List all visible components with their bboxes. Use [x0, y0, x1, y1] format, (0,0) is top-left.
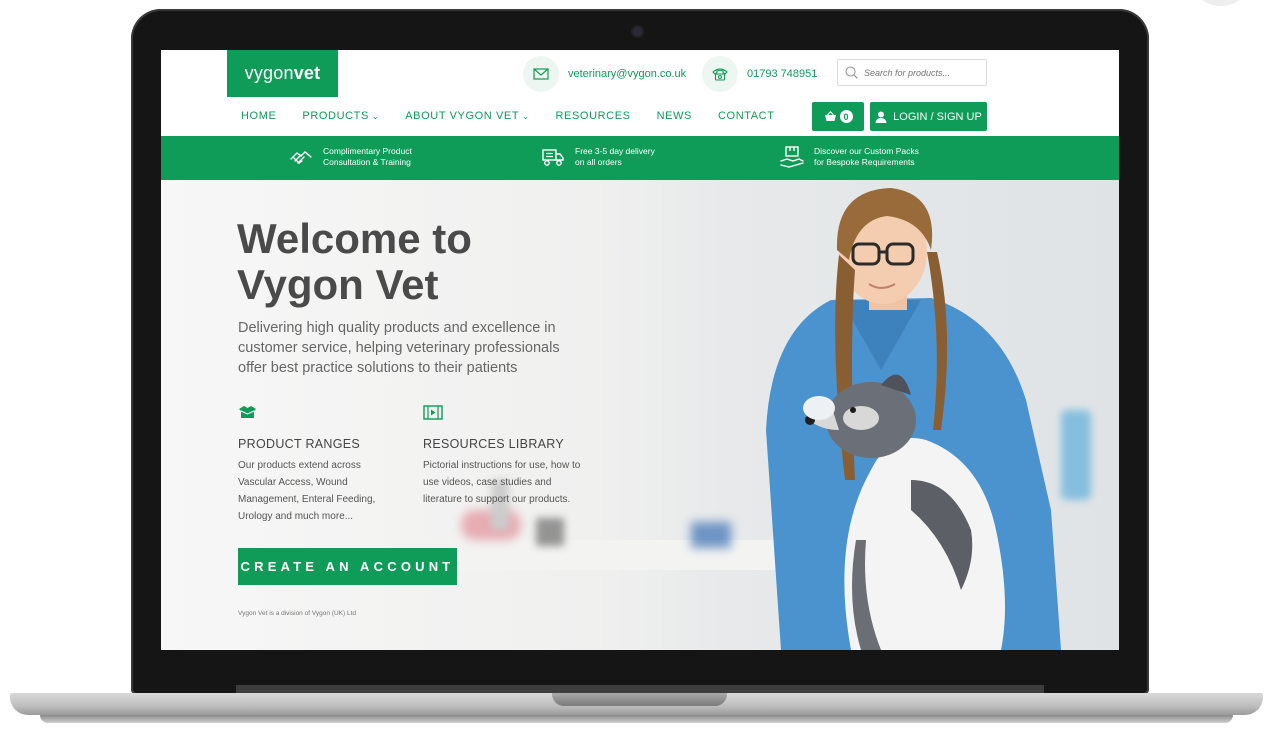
- top-header: vygonvet veterinary@vygon.co.uk 01793 74…: [161, 50, 1119, 98]
- feature-delivery: Free 3-5 day delivery on all orders: [541, 146, 655, 168]
- feature-text: Complimentary Product Consultation & Trai…: [323, 146, 412, 168]
- feature-custom-packs: Discover our Custom Packs for Bespoke Req…: [780, 146, 919, 168]
- delivery-truck-icon: [542, 149, 564, 166]
- email-contact[interactable]: veterinary@vygon.co.uk: [523, 56, 686, 92]
- nav-item-products[interactable]: PRODUCTS ⌄: [302, 110, 379, 122]
- nav-item-contact[interactable]: CONTACT: [718, 110, 775, 122]
- background-object: [691, 522, 731, 548]
- nav-label: NEWS: [656, 110, 692, 122]
- telephone-icon: [702, 56, 738, 92]
- laptop-base-edge: [40, 715, 1233, 723]
- create-account-button[interactable]: CREATE AN ACCOUNT: [238, 548, 457, 585]
- nav-label: RESOURCES: [555, 110, 631, 122]
- hero-title-line2: Vygon Vet: [237, 261, 439, 308]
- email-link[interactable]: veterinary@vygon.co.uk: [568, 68, 686, 80]
- feature-consultation: Complimentary Product Consultation & Trai…: [289, 146, 412, 168]
- nav-label: ABOUT VYGON VET: [405, 110, 520, 122]
- website-screen: vygonvet veterinary@vygon.co.uk 01793 74…: [161, 50, 1119, 650]
- feature-line2: Consultation & Training: [323, 157, 411, 167]
- login-signup-button[interactable]: LOGIN / SIGN UP: [870, 102, 987, 131]
- cart-count-badge: 0: [839, 110, 853, 123]
- corner-decoration: [1189, 0, 1253, 6]
- video-film-icon: [423, 405, 443, 420]
- feature-line2: on all orders: [575, 157, 622, 167]
- product-ranges-text: Our products extend across Vascular Acce…: [238, 460, 376, 522]
- vygonvet-logo[interactable]: vygonvet: [227, 50, 338, 97]
- nav-menu: HOME PRODUCTS ⌄ ABOUT VYGON VET ⌄ RESOURCE…: [241, 110, 775, 122]
- hero-title-line1: Welcome to: [237, 215, 472, 262]
- nav-label: PRODUCTS: [302, 110, 369, 122]
- webcam: [633, 27, 642, 36]
- nav-item-home[interactable]: HOME: [241, 110, 276, 122]
- hero-section: Welcome to Vygon Vet Delivering high qual…: [161, 180, 1119, 650]
- user-icon: [875, 111, 887, 123]
- nav-item-about[interactable]: ABOUT VYGON VET ⌄: [405, 110, 529, 122]
- phone-contact[interactable]: 01793 748951: [702, 56, 817, 92]
- background-object: [536, 518, 564, 546]
- feature-text: Discover our Custom Packs for Bespoke Req…: [814, 146, 919, 168]
- division-footnote: Vygon Vet is a division of Vygon (UK) Lt…: [238, 610, 357, 617]
- phone-number[interactable]: 01793 748951: [747, 68, 817, 80]
- cart-button[interactable]: 0: [812, 102, 864, 131]
- nav-label: CONTACT: [718, 110, 775, 122]
- logo-text-light: vygon: [244, 63, 294, 83]
- envelope-icon: [523, 56, 559, 92]
- resources-library-text: Pictorial instructions for use, how to u…: [423, 460, 581, 505]
- search-box[interactable]: [837, 59, 987, 86]
- product-ranges-title[interactable]: PRODUCT RANGES: [238, 437, 398, 451]
- feature-line1: Free 3-5 day delivery: [575, 146, 655, 156]
- product-ranges-block: PRODUCT RANGES Our products extend acros…: [238, 405, 398, 525]
- resources-library-title[interactable]: RESOURCES LIBRARY: [423, 437, 583, 451]
- logo-text-bold: vet: [293, 63, 321, 83]
- login-label: LOGIN / SIGN UP: [893, 110, 982, 123]
- feature-line1: Complimentary Product: [323, 146, 412, 156]
- chevron-down-icon: ⌄: [522, 112, 530, 121]
- feature-line2: for Bespoke Requirements: [814, 157, 915, 167]
- search-input[interactable]: [862, 66, 976, 79]
- hero-title: Welcome to Vygon Vet: [237, 216, 597, 308]
- basket-icon: [824, 111, 836, 121]
- background-object: [1061, 410, 1091, 500]
- main-nav: HOME PRODUCTS ⌄ ABOUT VYGON VET ⌄ RESOURCE…: [161, 97, 1119, 135]
- hero-subtitle: Delivering high quality products and exc…: [238, 320, 560, 376]
- nav-item-resources[interactable]: RESOURCES: [556, 110, 631, 122]
- package-hand-icon: [780, 146, 804, 168]
- chevron-down-icon: ⌄: [371, 112, 380, 121]
- vet-with-dog-photo: [766, 188, 1061, 650]
- laptop-opening-notch: [552, 693, 727, 706]
- laptop-lid: vygonvet veterinary@vygon.co.uk 01793 74…: [131, 9, 1149, 695]
- resources-library-block: RESOURCES LIBRARY Pictorial instructions…: [423, 405, 583, 508]
- feature-line1: Discover our Custom Packs: [814, 146, 919, 156]
- search-icon: [845, 66, 858, 79]
- open-box-icon: [239, 406, 256, 418]
- nav-label: HOME: [241, 110, 277, 122]
- feature-text: Free 3-5 day delivery on all orders: [575, 146, 655, 168]
- handshake-icon: [290, 151, 312, 164]
- features-bar: Complimentary Product Consultation & Trai…: [161, 136, 1119, 180]
- nav-item-news[interactable]: NEWS: [657, 110, 692, 122]
